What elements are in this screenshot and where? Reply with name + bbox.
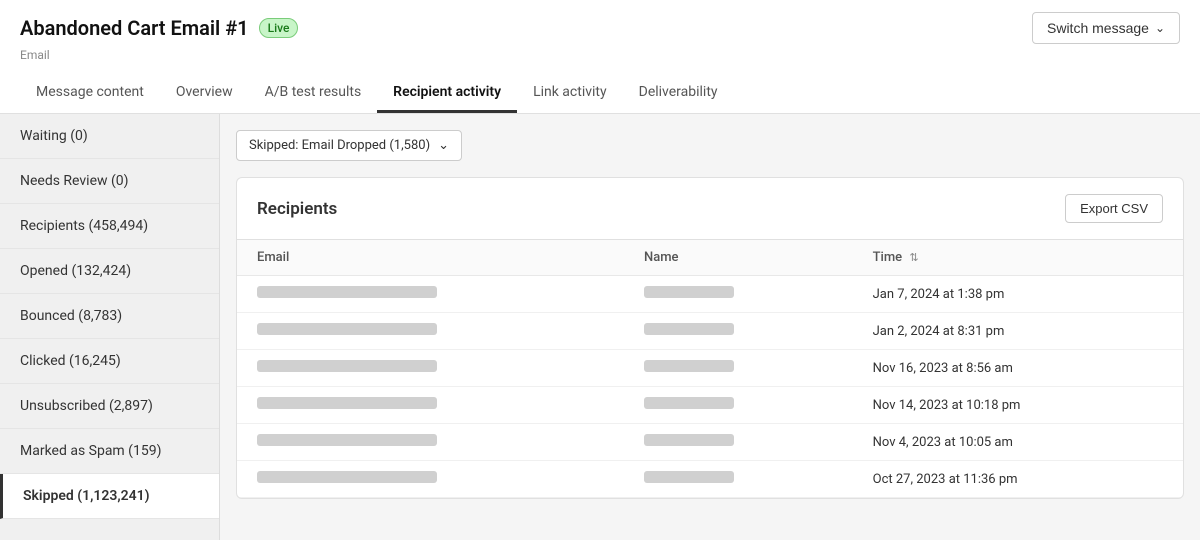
sort-icon[interactable]: ⇅ bbox=[909, 251, 918, 264]
sidebar-item-unsubscribed[interactable]: Unsubscribed (2,897) bbox=[0, 384, 219, 429]
table-row: Oct 27, 2023 at 11:36 pm bbox=[237, 461, 1183, 498]
switch-message-label: Switch message bbox=[1047, 20, 1149, 36]
tab-deliverability[interactable]: Deliverability bbox=[623, 74, 734, 113]
tab-ab-test-results[interactable]: A/B test results bbox=[249, 74, 378, 113]
col-time[interactable]: Time ⇅ bbox=[853, 240, 1183, 276]
name-cell bbox=[624, 461, 853, 498]
filter-dropdown[interactable]: Skipped: Email Dropped (1,580) ⌄ bbox=[236, 130, 462, 161]
name-blurred bbox=[644, 286, 734, 298]
chevron-down-icon: ⌄ bbox=[1155, 21, 1165, 35]
filter-row: Skipped: Email Dropped (1,580) ⌄ bbox=[236, 130, 1184, 161]
tab-recipient-activity[interactable]: Recipient activity bbox=[377, 74, 517, 113]
recipients-table: Email Name Time ⇅ Jan 7, 2024 at 1:38 pm… bbox=[237, 240, 1183, 498]
sidebar-item-skipped[interactable]: Skipped (1,123,241) bbox=[0, 474, 219, 519]
email-cell bbox=[237, 313, 624, 350]
time-cell: Nov 16, 2023 at 8:56 am bbox=[853, 350, 1183, 387]
name-blurred bbox=[644, 397, 734, 409]
table-row: Jan 2, 2024 at 8:31 pm bbox=[237, 313, 1183, 350]
recipients-card: Recipients Export CSV Email Name Time bbox=[236, 177, 1184, 499]
table-row: Nov 16, 2023 at 8:56 am bbox=[237, 350, 1183, 387]
title-row: Abandoned Cart Email #1 Live Switch mess… bbox=[20, 12, 1180, 48]
sidebar-item-bounced[interactable]: Bounced (8,783) bbox=[0, 294, 219, 339]
title-left: Abandoned Cart Email #1 Live bbox=[20, 16, 298, 40]
name-cell bbox=[624, 276, 853, 313]
top-header: Abandoned Cart Email #1 Live Switch mess… bbox=[0, 0, 1200, 114]
filter-label: Skipped: Email Dropped (1,580) bbox=[249, 138, 430, 153]
sidebar-item-waiting[interactable]: Waiting (0) bbox=[0, 114, 219, 159]
name-blurred bbox=[644, 434, 734, 446]
table-header-row: Email Name Time ⇅ bbox=[237, 240, 1183, 276]
switch-message-button[interactable]: Switch message ⌄ bbox=[1032, 12, 1180, 44]
name-cell bbox=[624, 350, 853, 387]
right-panel: Skipped: Email Dropped (1,580) ⌄ Recipie… bbox=[220, 114, 1200, 540]
tab-link-activity[interactable]: Link activity bbox=[517, 74, 623, 113]
email-subtitle: Email bbox=[20, 48, 1180, 70]
main-content: Waiting (0) Needs Review (0) Recipients … bbox=[0, 114, 1200, 540]
time-cell: Jan 7, 2024 at 1:38 pm bbox=[853, 276, 1183, 313]
time-cell: Nov 14, 2023 at 10:18 pm bbox=[853, 387, 1183, 424]
email-blurred bbox=[257, 286, 437, 298]
time-cell: Oct 27, 2023 at 11:36 pm bbox=[853, 461, 1183, 498]
page-title: Abandoned Cart Email #1 bbox=[20, 16, 249, 40]
email-cell bbox=[237, 461, 624, 498]
recipients-header: Recipients Export CSV bbox=[237, 178, 1183, 240]
tab-message-content[interactable]: Message content bbox=[20, 74, 160, 113]
sidebar-item-marked-as-spam[interactable]: Marked as Spam (159) bbox=[0, 429, 219, 474]
email-cell bbox=[237, 424, 624, 461]
live-badge: Live bbox=[259, 18, 299, 38]
email-cell bbox=[237, 387, 624, 424]
sidebar: Waiting (0) Needs Review (0) Recipients … bbox=[0, 114, 220, 540]
name-blurred bbox=[644, 471, 734, 483]
name-cell bbox=[624, 313, 853, 350]
name-cell bbox=[624, 387, 853, 424]
sidebar-item-opened[interactable]: Opened (132,424) bbox=[0, 249, 219, 294]
name-blurred bbox=[644, 360, 734, 372]
sidebar-item-clicked[interactable]: Clicked (16,245) bbox=[0, 339, 219, 384]
recipients-title: Recipients bbox=[257, 199, 337, 219]
col-email: Email bbox=[237, 240, 624, 276]
name-blurred bbox=[644, 323, 734, 335]
email-blurred bbox=[257, 397, 437, 409]
time-cell: Jan 2, 2024 at 8:31 pm bbox=[853, 313, 1183, 350]
tab-overview[interactable]: Overview bbox=[160, 74, 249, 113]
email-blurred bbox=[257, 471, 437, 483]
export-csv-button[interactable]: Export CSV bbox=[1065, 194, 1163, 223]
filter-chevron-icon: ⌄ bbox=[438, 138, 449, 153]
email-cell bbox=[237, 276, 624, 313]
table-row: Nov 14, 2023 at 10:18 pm bbox=[237, 387, 1183, 424]
email-blurred bbox=[257, 323, 437, 335]
tabs-nav: Message content Overview A/B test result… bbox=[20, 74, 1180, 113]
email-blurred bbox=[257, 360, 437, 372]
email-cell bbox=[237, 350, 624, 387]
table-row: Jan 7, 2024 at 1:38 pm bbox=[237, 276, 1183, 313]
name-cell bbox=[624, 424, 853, 461]
time-cell: Nov 4, 2023 at 10:05 am bbox=[853, 424, 1183, 461]
table-row: Nov 4, 2023 at 10:05 am bbox=[237, 424, 1183, 461]
email-blurred bbox=[257, 434, 437, 446]
sidebar-item-needs-review[interactable]: Needs Review (0) bbox=[0, 159, 219, 204]
sidebar-item-recipients[interactable]: Recipients (458,494) bbox=[0, 204, 219, 249]
col-name: Name bbox=[624, 240, 853, 276]
